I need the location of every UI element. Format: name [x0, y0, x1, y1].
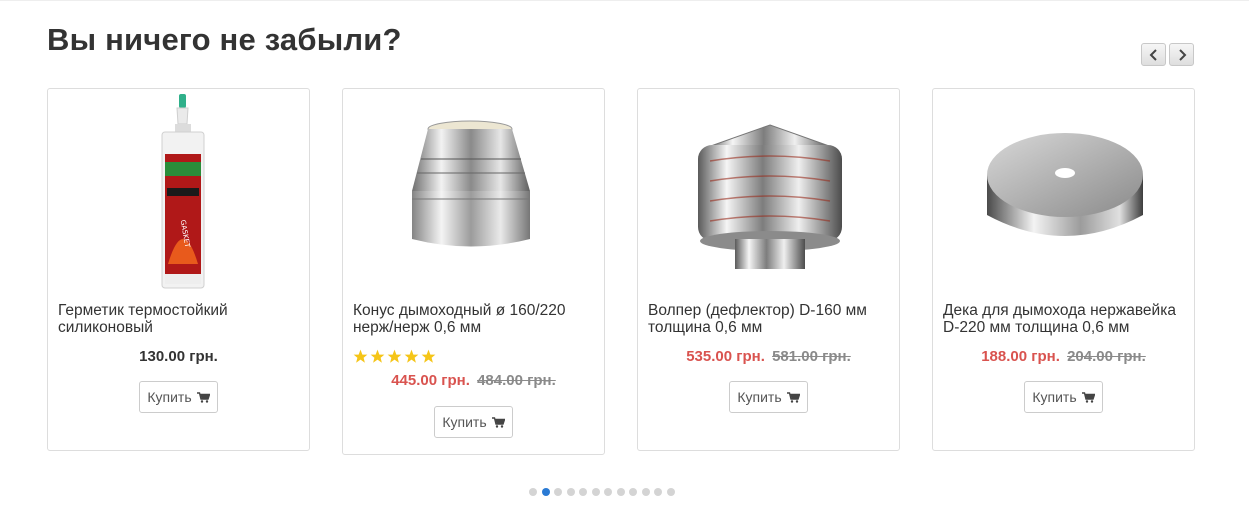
buy-button-label: Купить	[737, 389, 782, 405]
product-price: 188.00 грн.	[981, 348, 1060, 365]
carousel-dot[interactable]	[591, 488, 600, 496]
star-icon	[404, 349, 419, 363]
carousel-dot[interactable]	[541, 488, 550, 496]
carousel-dot[interactable]	[654, 488, 662, 496]
star-icon	[353, 349, 368, 363]
product-price: 535.00 грн.	[686, 348, 765, 365]
product-price-row: 535.00 грн. 581.00 грн.	[638, 348, 899, 365]
product-price-row: 130.00 грн.	[48, 348, 309, 365]
cart-icon	[196, 391, 210, 403]
product-card: GASKET Герметик термостойкий силиконовый…	[47, 88, 310, 451]
product-price: 445.00 грн.	[391, 372, 470, 389]
buy-button-label: Купить	[442, 414, 487, 430]
carousel-dot[interactable]	[579, 488, 587, 496]
product-old-price: 204.00 грн.	[1067, 348, 1146, 365]
product-name[interactable]: Герметик термостойкий силиконовый	[58, 302, 303, 336]
carousel-next-button[interactable]	[1169, 43, 1194, 66]
carousel-dot[interactable]	[629, 488, 637, 496]
cart-icon	[1081, 391, 1095, 403]
carousel-prev-button[interactable]	[1141, 43, 1166, 66]
chimney-cone-image[interactable]	[343, 89, 604, 289]
buy-button[interactable]: Купить	[139, 381, 218, 413]
carousel-dot[interactable]	[641, 488, 650, 496]
product-price: 130.00 грн.	[139, 348, 218, 365]
chimney-deck-image[interactable]	[933, 89, 1194, 289]
product-name[interactable]: Конус дымоходный ø 160/220 нерж/нерж 0,6…	[353, 302, 598, 336]
chevron-right-icon	[1178, 48, 1186, 61]
carousel-nav	[1141, 43, 1194, 66]
product-card: Конус дымоходный ø 160/220 нерж/нерж 0,6…	[342, 88, 605, 455]
product-name[interactable]: Волпер (дефлектор) D-160 мм толщина 0,6 …	[648, 302, 893, 336]
section-title: Вы ничего не забыли?	[47, 22, 402, 57]
product-old-price: 581.00 грн.	[772, 348, 851, 365]
product-card: Волпер (дефлектор) D-160 мм толщина 0,6 …	[637, 88, 900, 451]
buy-button[interactable]: Купить	[729, 381, 808, 413]
star-icon	[370, 349, 385, 363]
buy-button[interactable]: Купить	[434, 406, 513, 438]
carousel-dot[interactable]	[566, 488, 575, 496]
product-rating	[353, 349, 436, 364]
chevron-left-icon	[1149, 48, 1157, 61]
buy-button-label: Купить	[1032, 389, 1077, 405]
product-price-row: 188.00 грн. 204.00 грн.	[933, 348, 1194, 365]
cart-icon	[491, 416, 505, 428]
carousel-dot[interactable]	[604, 488, 612, 496]
product-name[interactable]: Дека для дымохода нержавейка D-220 мм то…	[943, 302, 1188, 336]
product-price-row: 445.00 грн. 484.00 грн.	[343, 372, 604, 389]
sealant-tube-image[interactable]: GASKET	[48, 89, 309, 289]
cart-icon	[786, 391, 800, 403]
buy-button-label: Купить	[147, 389, 192, 405]
deflector-image[interactable]	[638, 89, 899, 289]
carousel-dot[interactable]	[554, 488, 562, 496]
star-icon	[387, 349, 402, 363]
carousel-dot[interactable]	[616, 488, 625, 496]
product-old-price: 484.00 грн.	[477, 372, 556, 389]
carousel-dot[interactable]	[666, 488, 675, 496]
top-divider	[0, 0, 1249, 1]
buy-button[interactable]: Купить	[1024, 381, 1103, 413]
star-icon	[421, 349, 436, 363]
product-card: Дека для дымохода нержавейка D-220 мм то…	[932, 88, 1195, 451]
carousel-dot[interactable]	[529, 488, 537, 496]
carousel-pagination	[529, 488, 675, 496]
